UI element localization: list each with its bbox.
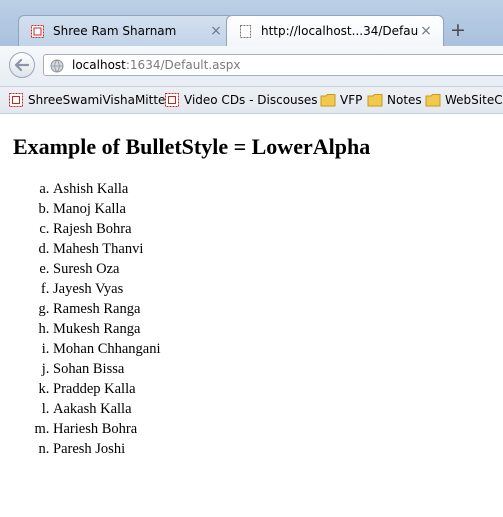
list-item: Mukesh Ranga [53, 319, 161, 339]
folder-icon [320, 92, 336, 108]
bookmark-label: WebSiteCre [445, 93, 503, 107]
list-item: Hariesh Bohra [53, 419, 161, 439]
tab-title: Shree Ram Sharnam [53, 24, 177, 38]
folder-icon [367, 92, 383, 108]
list-item: Rajesh Bohra [53, 219, 161, 239]
bookmark-folder-vfp[interactable]: VFP [320, 92, 362, 108]
bookmark-label: ShreeSwamiVishaMitte... [28, 93, 177, 107]
list-item: Sohan Bissa [53, 359, 161, 379]
tab-close-icon[interactable]: × [209, 23, 223, 39]
globe-icon [50, 58, 64, 77]
page-content: Example of BulletStyle = LowerAlpha Ashi… [0, 114, 503, 517]
navigation-bar: localhost:1634/Default.aspx [0, 46, 503, 87]
back-button[interactable] [9, 52, 35, 78]
tab-strip: Shree Ram Sharnam × http://localhost...3… [0, 0, 503, 46]
red-dotted-square-icon [164, 92, 180, 108]
bookmark-video-cds[interactable]: Video CDs - Discouses ... [164, 92, 333, 108]
back-arrow-icon [15, 59, 29, 71]
list-item: Suresh Oza [53, 259, 161, 279]
tab-title: http://localhost...34/Default.aspx [261, 24, 419, 38]
bookmark-label: Video CDs - Discouses ... [184, 93, 333, 107]
list-item: Ashish Kalla [53, 179, 161, 199]
list-item: Ramesh Ranga [53, 299, 161, 319]
tab-default-aspx[interactable]: http://localhost...34/Default.aspx × [226, 15, 444, 46]
url-text: localhost:1634/Default.aspx [72, 58, 240, 72]
bookmark-label: Notes [387, 93, 422, 107]
bookmarks-bar: ShreeSwamiVishaMitte... Video CDs - Disc… [0, 87, 503, 114]
list-item: Aakash Kalla [53, 399, 161, 419]
list-item: Manoj Kalla [53, 199, 161, 219]
list-item: Mahesh Thanvi [53, 239, 161, 259]
url-host: localhost [72, 58, 126, 72]
tab-close-icon[interactable]: × [419, 23, 433, 39]
bookmark-label: VFP [340, 93, 363, 107]
bookmark-folder-websitecre[interactable]: WebSiteCre [425, 92, 503, 108]
dashed-page-icon [239, 24, 252, 38]
list-item: Jayesh Vyas [53, 279, 161, 299]
tab-shree-ram-sharnam[interactable]: Shree Ram Sharnam × [18, 15, 234, 46]
folder-icon [425, 92, 441, 108]
list-item: Praddep Kalla [53, 379, 161, 399]
names-list: Ashish Kalla Manoj Kalla Rajesh Bohra Ma… [53, 179, 161, 459]
red-dotted-square-icon [8, 92, 24, 108]
address-bar[interactable]: localhost:1634/Default.aspx [43, 54, 503, 76]
bookmark-shreeswami[interactable]: ShreeSwamiVishaMitte... [8, 92, 177, 108]
bookmark-folder-notes[interactable]: Notes [367, 92, 422, 108]
red-dotted-square-icon [31, 24, 44, 38]
page-heading: Example of BulletStyle = LowerAlpha [13, 134, 371, 159]
list-item: Mohan Chhangani [53, 339, 161, 359]
list-item: Paresh Joshi [53, 439, 161, 459]
new-tab-button[interactable]: + [450, 20, 466, 40]
url-path: :1634/Default.aspx [125, 58, 241, 72]
